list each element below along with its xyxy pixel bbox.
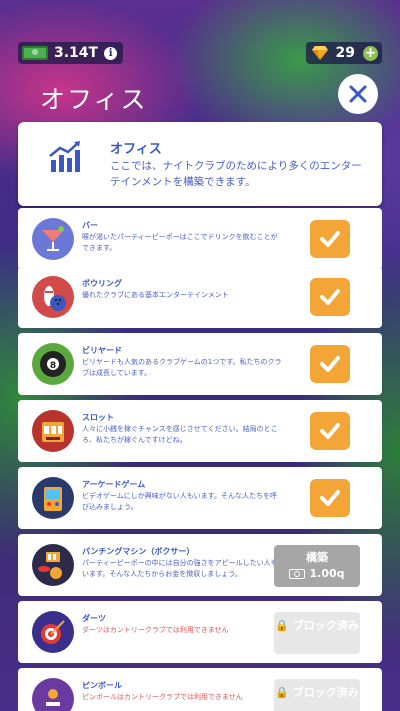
item-name: ボウリング [82,279,122,288]
svg-text:8: 8 [50,361,56,371]
built-check-button[interactable] [310,220,350,258]
chart-growth-icon [49,141,80,172]
locked-button[interactable]: 🔒 ブロック済み [274,612,360,654]
check-icon [320,289,340,305]
item-description: ピンボールはカントリークラブでは利用できません [82,693,243,701]
pinball-icon [32,678,74,711]
item-description: 喉が渇いたパーティーピーポーはここでドリンクを飲むことができます。 [82,233,278,252]
item-name: ダーツ [82,614,106,623]
cash-display: 3.14T i [18,42,124,64]
built-check-button[interactable] [310,412,350,450]
list-item-bar: バー 喉が渇いたパーティーピーポーはここでドリンクを飲むことができます。 [18,208,382,270]
list-item-punching-machine: パンチングマシン（ボクサー） パーティーピーポーの中には自分の強さをアピールした… [18,534,382,596]
office-header-card: オフィス ここでは、ナイトクラブのためにより多くのエンターテインメントを構築でき… [18,122,382,206]
item-name: パンチングマシン（ボクサー） [82,547,195,556]
locked-label: ブロック済み [292,686,359,699]
bowling-icon [32,276,74,318]
built-check-button[interactable] [310,345,350,383]
list-item-billiards: 8 ビリヤード ビリヤードも人気のあるクラブゲームの1つです。私たちのクラブは成… [18,333,382,395]
item-description: ビリヤードも人気のあるクラブゲームの1つです。私たちのクラブは成長しています。 [82,358,282,377]
page-title: オフィス [40,85,148,114]
built-check-button[interactable] [310,479,350,517]
locked-label: ブロック済み [292,619,359,632]
item-description: ビデオゲームにしか興味がない人もいます。そんな人たちを呼び込みましょう。 [82,492,277,511]
item-name: アーケードゲーム [82,480,146,489]
darts-icon [32,611,74,653]
info-icon[interactable]: i [104,46,118,60]
item-description: パーティーピーポーの中には自分の強さをアピールしたい人もいます。そんな人たちから… [82,559,278,578]
lock-icon: 🔒 [275,619,289,632]
item-name: バー [82,221,98,230]
slot-machine-icon [32,410,74,452]
punching-machine-icon [32,544,74,586]
facility-list[interactable]: バー 喉が渇いたパーティーピーポーはここでドリンクを飲むことができます。 ボウリ… [18,208,382,711]
arcade-icon [32,477,74,519]
item-name: ビリヤード [82,346,122,355]
cash-amount: 3.14T [54,45,99,61]
build-cost: 1.00q [274,567,360,580]
check-icon [320,356,340,372]
item-name: ピンボール [82,681,122,690]
cash-icon [22,46,48,60]
build-cost-value: 1.00q [309,567,345,580]
built-check-button[interactable] [310,278,350,316]
item-description: 人々に小銭を稼ぐチャンスを感じさせてください。結局のところ、私たちが稼ぐんですけ… [82,425,278,444]
locked-button[interactable]: 🔒 ブロック済み [274,679,360,711]
cocktail-icon [32,218,74,260]
list-item-pinball: ピンボール ピンボールはカントリークラブでは利用できません 🔒 ブロック済み [18,668,382,711]
add-gems-icon[interactable]: + [363,45,378,61]
lock-icon: 🔒 [275,686,289,699]
build-button[interactable]: 構築 1.00q [274,545,360,587]
gem-icon [311,46,328,60]
check-icon [320,423,340,439]
item-description: 優れたクラブにある基本エンターテインメント [82,291,229,299]
list-item-darts: ダーツ ダーツはカントリークラブでは利用できません 🔒 ブロック済み [18,601,382,663]
close-button[interactable] [338,74,378,114]
header-description: ここでは、ナイトクラブのためにより多くのエンターテインメントを構築できます。 [110,160,362,188]
item-description: ダーツはカントリークラブでは利用できません [82,626,229,634]
billiard-ball-icon: 8 [32,343,74,385]
item-name: スロット [82,413,114,422]
money-icon [289,568,306,579]
gems-amount: 29 [335,45,355,61]
build-label: 構築 [306,551,328,564]
list-item-bowling: ボウリング 優れたクラブにある基本エンターテインメント [18,266,382,328]
check-icon [320,231,340,247]
check-icon [320,490,340,506]
gems-display: 29 + [305,42,382,64]
list-item-slots: スロット 人々に小銭を稼ぐチャンスを感じさせてください。結局のところ、私たちが稼… [18,400,382,462]
header-title: オフィス [110,142,162,157]
list-item-arcade: アーケードゲーム ビデオゲームにしか興味がない人もいます。そんな人たちを呼び込み… [18,467,382,529]
close-icon [349,85,367,103]
